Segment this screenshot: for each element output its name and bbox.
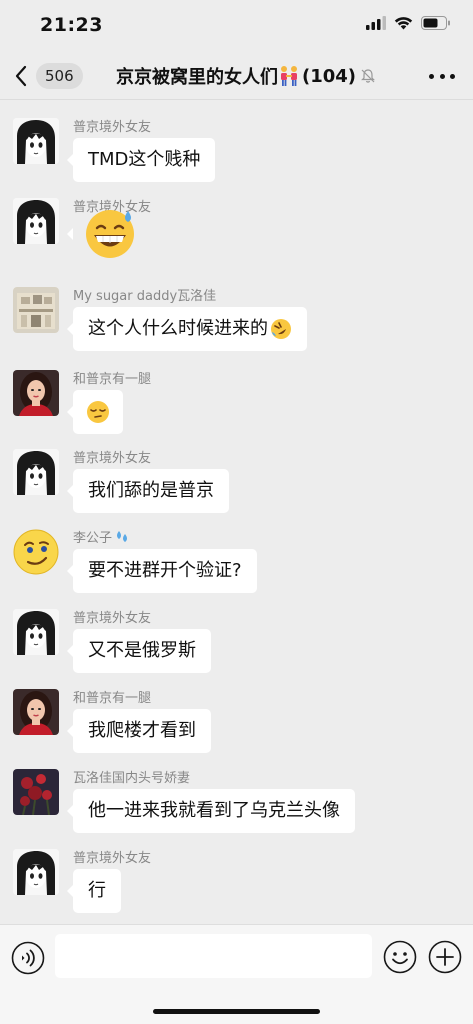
plus-icon[interactable] [428, 940, 462, 974]
message-text: TMD这个贱种 [88, 149, 201, 170]
message-input[interactable] [55, 934, 372, 978]
sender-name: My sugar daddy瓦洛佳 [73, 289, 217, 304]
sender-name: 普京境外女友 [73, 611, 152, 626]
message-bubble[interactable]: 我们舔的是普京 [67, 469, 229, 513]
sender-name: 和普京有一腿 [73, 691, 152, 706]
sender-name: 普京境外女友 [73, 120, 152, 135]
message-text: 要不进群开个验证? [88, 560, 242, 581]
manga-girl-avatar[interactable] [13, 198, 59, 244]
message-bubble[interactable]: TMD这个贱种 [66, 138, 216, 182]
status-time: 21:23 [40, 14, 103, 36]
message-bubble[interactable]: 他一进来我就看到了乌克兰头像 [67, 789, 355, 833]
unread-count-badge: 506 [36, 63, 83, 89]
message-bubble[interactable]: 要不进群开个验证? [67, 549, 257, 593]
people-holding-hands-icon [279, 65, 299, 87]
manga-girl-avatar[interactable] [13, 118, 59, 164]
home-indicator [153, 1009, 320, 1014]
input-bar [0, 924, 473, 1024]
chat-title[interactable]: 京京被窝里的女人们 (104) [116, 64, 376, 88]
emoji-icon[interactable] [383, 940, 417, 974]
message-bubble[interactable] [67, 390, 123, 434]
message-item: My sugar daddy瓦洛佳 这个人什么时候进来的 [0, 287, 473, 367]
sender-name: 普京境外女友 [73, 851, 152, 866]
back-button[interactable]: 506 [14, 62, 88, 90]
woman-photo-avatar[interactable] [13, 370, 59, 416]
message-text: 又不是俄罗斯 [88, 640, 196, 661]
sender-name: 和普京有一腿 [73, 372, 152, 387]
message-item: 和普京有一腿 [0, 370, 473, 450]
message-item: 普京境外女友 我们舔的是普京 [0, 449, 473, 529]
signal-icon [366, 16, 386, 30]
message-item: 普京境外女友 TMD这个贱种 [0, 118, 473, 198]
chevron-left-icon [14, 62, 34, 90]
sender-name: 瓦洛佳国内头号娇妻 [73, 771, 191, 786]
message-text: 我爬楼才看到 [88, 720, 196, 741]
manga-girl-avatar[interactable] [13, 449, 59, 495]
building-photo-avatar[interactable] [13, 287, 59, 333]
sender-name: 李公子 [73, 527, 130, 546]
message-item: 李公子 要不进群开个验证? [0, 529, 473, 609]
more-icon[interactable] [429, 64, 455, 88]
grinning-sweat-emoji [83, 206, 137, 277]
woman-photo-avatar[interactable] [13, 689, 59, 735]
droplets-icon [114, 530, 130, 544]
message-text: 行 [88, 880, 106, 901]
message-item: 和普京有一腿 我爬楼才看到 [0, 689, 473, 769]
chat-header: 506 京京被窝里的女人们 (104) [0, 52, 473, 100]
roses-photo-avatar[interactable] [13, 769, 59, 815]
wifi-icon [394, 17, 413, 30]
manga-girl-avatar[interactable] [13, 849, 59, 895]
status-bar: 21:23 [0, 0, 473, 52]
message-text: 我们舔的是普京 [88, 480, 214, 501]
battery-icon [421, 16, 450, 30]
message-item: 普京境外女友 [0, 198, 473, 278]
message-text: 这个人什么时候进来的 [88, 318, 268, 339]
message-item: 瓦洛佳国内头号娇妻 他一进来我就看到了乌克兰头像 [0, 769, 473, 849]
message-text: 他一进来我就看到了乌克兰头像 [88, 800, 340, 821]
bell-muted-icon [360, 68, 376, 84]
message-bubble[interactable]: 又不是俄罗斯 [67, 629, 211, 673]
rofl-emoji [270, 318, 292, 340]
pensive-emoji [86, 400, 110, 424]
group-name: 京京被窝里的女人们 [116, 67, 278, 88]
manga-girl-avatar[interactable] [13, 609, 59, 655]
message-item: 普京境外女友 行 [0, 849, 473, 929]
status-icons [366, 16, 451, 30]
message-bubble[interactable] [67, 209, 147, 270]
message-item: 普京境外女友 又不是俄罗斯 [0, 609, 473, 689]
message-bubble[interactable]: 行 [67, 869, 121, 913]
message-bubble[interactable]: 我爬楼才看到 [67, 709, 211, 753]
sender-name: 普京境外女友 [73, 451, 152, 466]
smirk-face-avatar[interactable] [13, 529, 59, 575]
voice-icon[interactable] [11, 941, 45, 975]
message-bubble[interactable]: 这个人什么时候进来的 [67, 307, 307, 351]
member-count: (104) [302, 65, 357, 87]
